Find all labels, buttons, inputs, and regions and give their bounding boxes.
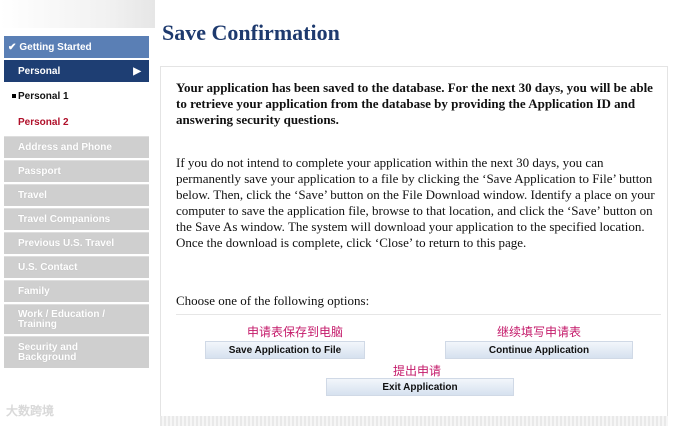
sidebar-item-work-education: Work / Education / Training (4, 304, 149, 334)
page-title: Save Confirmation (162, 20, 340, 45)
continue-annotation: 继续填写申请表 (497, 325, 582, 339)
sidebar-item-label: Address and Phone (18, 142, 112, 153)
sidebar-item-security-background: Security and Background (4, 336, 149, 368)
sidebar-item-travel-companions: Travel Companions (4, 208, 149, 230)
sidebar-item-address-and-phone: Address and Phone (4, 136, 149, 158)
sidebar-item-label: Personal 1 (18, 90, 69, 102)
sidebar-item-label: Family (18, 286, 50, 297)
confirmation-panel: Your application has been saved to the d… (160, 66, 668, 422)
lead-message: Your application has been saved to the d… (176, 80, 653, 127)
sidebar-item-personal[interactable]: Personal ▶ (4, 60, 149, 82)
sidebar-item-travel: Travel (4, 184, 149, 206)
continue-application-button[interactable]: Continue Application (445, 341, 633, 359)
sidebar-item-getting-started[interactable]: ✔ Getting Started (4, 36, 149, 58)
check-icon: ✔ (8, 41, 17, 53)
save-application-button[interactable]: Save Application to File (205, 341, 365, 359)
save-annotation: 申请表保存到电脑 (247, 325, 344, 339)
sidebar-item-label: Personal 2 (18, 116, 69, 128)
watermark: 大数跨境 (6, 404, 55, 418)
sidebar-item-family: Family (4, 280, 149, 302)
sidebar-item-label: Travel Companions (18, 214, 111, 225)
sidebar-nav: ✔ Getting Started Personal ▶ Personal 1 … (4, 36, 149, 370)
instructions-text: If you do not intend to complete your ap… (176, 155, 655, 250)
sidebar-item-label: Security and Background (18, 341, 79, 363)
sidebar-item-label: Getting Started (19, 41, 92, 53)
exit-annotation: 提出申请 (393, 364, 442, 378)
sidebar-item-personal-1[interactable]: Personal 1 (4, 84, 149, 108)
top-fade (0, 0, 155, 28)
exit-application-button[interactable]: Exit Application (326, 378, 514, 396)
options-prompt: Choose one of the following options: (176, 293, 370, 308)
sidebar-item-label: Previous U.S. Travel (18, 238, 115, 249)
sidebar-item-label: Personal (18, 65, 61, 77)
divider (176, 314, 661, 315)
sidebar-item-label: Passport (18, 166, 61, 177)
sidebar-item-label: U.S. Contact (18, 262, 78, 273)
sidebar-item-us-contact: U.S. Contact (4, 256, 149, 278)
sidebar-item-personal-2[interactable]: Personal 2 (4, 110, 149, 134)
bullet-icon (12, 94, 16, 98)
sidebar-item-previous-us-travel: Previous U.S. Travel (4, 232, 149, 254)
sidebar-item-label: Work / Education / Training (18, 308, 106, 330)
main-content: Save Confirmation Your application has b… (160, 0, 680, 426)
sidebar-item-passport: Passport (4, 160, 149, 182)
panel-bottom-border (160, 416, 668, 426)
chevron-right-icon: ▶ (133, 65, 141, 77)
sidebar-item-label: Travel (18, 190, 47, 201)
